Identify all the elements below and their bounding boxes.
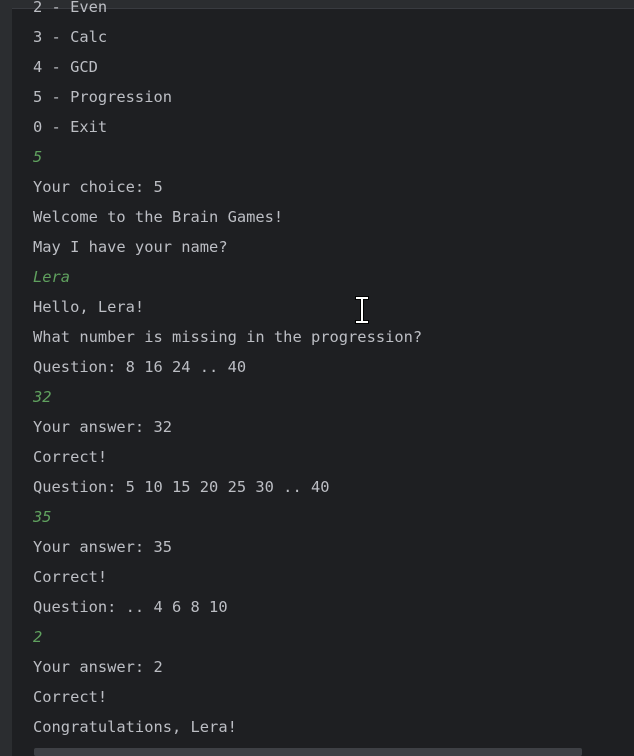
console-line: Question: .. 4 6 8 10 [33,598,228,616]
console-line: Correct! [33,448,108,466]
run-console-window: 2 - Even 3 - Calc 4 - GCD 5 - Progressio… [0,0,634,756]
console-user-input: Lera [33,268,71,286]
console-line: 0 - Exit [33,118,108,136]
console-line: Your answer: 2 [33,658,163,676]
console-user-input: 2 [33,628,43,646]
console-user-input: 32 [33,388,52,406]
console-line: 2 - Even [33,0,108,16]
console-line: Question: 5 10 15 20 25 30 .. 40 [33,478,330,496]
console-line: Congratulations, Lera! [33,718,237,736]
console-line: What number is missing in the progressio… [33,328,423,346]
console-line: Correct! [33,568,108,586]
horizontal-scrollbar[interactable] [34,748,582,756]
console-line: 3 - Calc [33,28,108,46]
console-line: Correct! [33,688,108,706]
console-line: 4 - GCD [33,58,98,76]
console-user-input: 5 [33,148,43,166]
text-cursor-icon [352,296,372,324]
console-line: Your answer: 32 [33,418,172,436]
console-line: May I have your name? [33,238,228,256]
console-line: Your choice: 5 [33,178,163,196]
console-line: 5 - Progression [33,88,172,106]
console-user-input: 35 [33,508,52,526]
console-line: Welcome to the Brain Games! [33,208,284,226]
console-gutter [0,0,12,756]
console-output[interactable]: 2 - Even 3 - Calc 4 - GCD 5 - Progressio… [33,0,634,742]
console-line: Question: 8 16 24 .. 40 [33,358,247,376]
console-line: Your answer: 35 [33,538,172,556]
console-line: Hello, Lera! [33,298,145,316]
